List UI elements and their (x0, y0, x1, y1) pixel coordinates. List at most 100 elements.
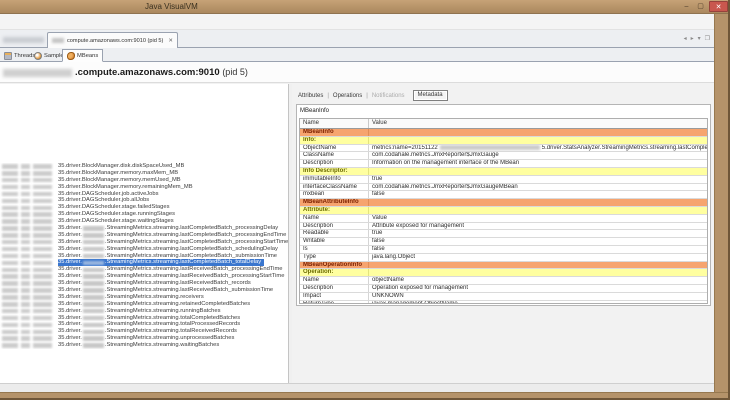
mbean-tree-item[interactable]: 35.driver..StreamingMetrics.streaming.to… (0, 315, 288, 322)
document-tab[interactable]: compute.amazonaws.com:9010 (pid 5) ✕ (47, 32, 178, 48)
redacted-prefix (0, 281, 58, 286)
tab-close-icon[interactable]: ✕ (168, 38, 173, 44)
close-button[interactable]: ✕ (709, 1, 728, 12)
mbean-tree-item[interactable]: 35.driver..StreamingMetrics.streaming.ru… (0, 308, 288, 315)
mbean-tree-item-label: 35.driver.BlockManager.memory.remainingM… (58, 184, 193, 191)
mbean-tree-item[interactable]: 35.driver..StreamingMetrics.streaming.to… (0, 321, 288, 328)
redacted-segment (440, 145, 540, 150)
maximize-view-icon[interactable]: ❐ (705, 35, 710, 43)
metadata-row[interactable]: MBeanOperationInfo (300, 262, 707, 270)
mbean-tree-item[interactable]: 35.driver..StreamingMetrics.streaming.to… (0, 328, 288, 335)
redacted-tab-label[interactable] (3, 37, 44, 43)
redacted-prefix (0, 302, 58, 307)
metadata-row[interactable]: ImpactUNKNOWN (300, 293, 707, 301)
metadata-value-cell (369, 137, 707, 144)
mbean-tree-item[interactable]: 35.driver..StreamingMetrics.streaming.re… (0, 301, 288, 308)
name-column-header[interactable]: Name (300, 119, 369, 128)
tab-separator: | (327, 93, 329, 99)
mbean-tree-item[interactable]: 35.driver..StreamingMetrics.streaming.la… (0, 273, 288, 280)
mbean-tree-item[interactable]: 35.driver.BlockManager.memory.maxMem_MB (0, 170, 288, 177)
redacted-host-prefix (52, 38, 64, 43)
redacted-prefix (0, 206, 58, 211)
mbeans-icon (67, 52, 75, 60)
tab-attributes[interactable]: Attributes (298, 93, 323, 99)
metadata-row[interactable]: mxbeanfalse (300, 191, 707, 199)
metadata-row[interactable]: interfaceClassNamecom.codahale.metrics.J… (300, 184, 707, 192)
mbean-tree-item[interactable]: 35.driver..StreamingMetrics.streaming.la… (0, 280, 288, 287)
metadata-row[interactable]: DescriptionAttribute exposed for managem… (300, 223, 707, 231)
page-title-pid: (pid 5) (222, 67, 248, 77)
metadata-row[interactable]: NameValue (300, 215, 707, 223)
metadata-row[interactable]: Isfalse (300, 246, 707, 254)
minimize-button[interactable]: – (681, 1, 692, 12)
metadata-row[interactable]: MBeanInfo (300, 129, 707, 137)
page-title: .compute.amazonaws.com:9010 (pid 5) (75, 67, 248, 78)
mbean-tree-item[interactable]: 35.driver.DAGScheduler.stage.failedStage… (0, 204, 288, 211)
mbean-tree-item-label: 35.driver..StreamingMetrics.streaming.to… (58, 315, 240, 322)
metadata-row[interactable]: Info: (300, 137, 707, 145)
mbean-tree-item[interactable]: 35.driver.BlockManager.memory.remainingM… (0, 184, 288, 191)
metadata-row[interactable]: immutableInfotrue (300, 176, 707, 184)
mbean-tree-item[interactable]: 35.driver..StreamingMetrics.streaming.re… (0, 294, 288, 301)
window-titlebar[interactable]: Java VisualVM – ▢ ✕ (0, 0, 730, 14)
mbean-tree-item-label: 35.driver.DAGScheduler.job.activeJobs (58, 191, 159, 198)
mbean-tree-item[interactable]: 35.driver.DAGScheduler.stage.runningStag… (0, 211, 288, 218)
metadata-name-cell: ClassName (300, 152, 369, 159)
metadata-row[interactable]: ReturnTypejavax.management.ObjectName (300, 301, 707, 304)
mbean-tree-item[interactable]: 35.driver.DAGScheduler.job.activeJobs (0, 191, 288, 198)
sampler-icon (34, 52, 42, 60)
metadata-row[interactable]: MBeanAttributeInfo (300, 199, 707, 207)
metadata-row[interactable]: Info Descriptor: (300, 168, 707, 176)
metadata-row[interactable]: Typejava.lang.Object (300, 254, 707, 262)
metadata-name-cell: Description (300, 285, 369, 292)
mbean-tree-item[interactable]: 35.driver..StreamingMetrics.streaming.la… (0, 225, 288, 232)
redacted-segment (83, 240, 104, 245)
metadata-value-cell: javax.management.ObjectName (369, 301, 707, 304)
maximize-button[interactable]: ▢ (695, 1, 706, 12)
metadata-value-cell: true (369, 176, 707, 183)
redacted-hostname (3, 69, 72, 77)
mbean-tree-item[interactable]: 35.driver.BlockManager.memory.memUsed_MB (0, 177, 288, 184)
tab-metadata[interactable]: Metadata (413, 90, 448, 101)
tab-list-dropdown-icon[interactable]: ▾ (698, 35, 701, 43)
mbean-tree-item-label: 35.driver.DAGScheduler.stage.runningStag… (58, 211, 175, 218)
metadata-value-cell (369, 262, 707, 269)
metadata-row[interactable]: Writablefalse (300, 238, 707, 246)
mbean-tree-item[interactable]: 35.driver..StreamingMetrics.streaming.un… (0, 335, 288, 342)
tab-operations[interactable]: Operations (333, 93, 362, 99)
mbean-tree-item[interactable]: 35.driver.DAGScheduler.stage.waitingStag… (0, 218, 288, 225)
metadata-value-cell: com.codahale.metrics.JmxReporter$JmxGaug… (369, 184, 707, 191)
metadata-row[interactable]: DescriptionInformation on the management… (300, 160, 707, 168)
redacted-prefix (0, 268, 58, 273)
mbean-tree-item-label: 35.driver..StreamingMetrics.streaming.la… (58, 266, 283, 273)
mbean-tree-item[interactable]: 35.driver.DAGScheduler.job.allJobs (0, 197, 288, 204)
scroll-left-icon[interactable]: ◂ (684, 35, 687, 43)
redacted-segment (83, 281, 104, 286)
mbean-tree-item[interactable]: 35.driver.BlockManager.disk.diskSpaceUse… (0, 163, 288, 170)
redacted-segment (83, 302, 104, 307)
metadata-row[interactable]: ClassNamecom.codahale.metrics.JmxReporte… (300, 152, 707, 160)
metadata-row[interactable]: Readabletrue (300, 230, 707, 238)
mbean-tree-item[interactable]: 35.driver..StreamingMetrics.streaming.wa… (0, 342, 288, 349)
mbean-tree-item[interactable]: 35.driver..StreamingMetrics.streaming.la… (0, 253, 288, 260)
redacted-segment (83, 330, 104, 335)
metadata-row[interactable]: Operation: (300, 269, 707, 277)
mbean-tree-item[interactable]: 35.driver..StreamingMetrics.streaming.la… (0, 266, 288, 273)
mbean-tree-item[interactable]: 35.driver..StreamingMetrics.streaming.la… (0, 232, 288, 239)
mbean-tree-item[interactable]: 35.driver..StreamingMetrics.streaming.la… (0, 239, 288, 246)
metadata-name-cell: Info: (300, 137, 369, 144)
tab-mbeans[interactable]: MBeans (62, 49, 103, 62)
metadata-row[interactable]: ObjectNamemetrics:name=201511225.driver.… (300, 145, 707, 153)
metadata-value-cell: UNKNOWN (369, 293, 707, 300)
metadata-row[interactable]: DescriptionOperation exposed for managem… (300, 285, 707, 293)
mbean-tree-item-label: 35.driver.DAGScheduler.stage.waitingStag… (58, 218, 174, 225)
scroll-right-icon[interactable]: ▸ (691, 35, 694, 43)
mbean-tree-item[interactable]: 35.driver..StreamingMetrics.streaming.la… (0, 259, 288, 266)
mbean-tree-item-label: 35.driver..StreamingMetrics.streaming.re… (58, 294, 204, 301)
metadata-row[interactable]: Attribute: (300, 207, 707, 215)
value-column-header[interactable]: Value (369, 119, 387, 128)
mbean-tree-item[interactable]: 35.driver..StreamingMetrics.streaming.la… (0, 287, 288, 294)
metadata-row[interactable]: NameobjectName (300, 277, 707, 285)
redacted-prefix (0, 219, 58, 224)
mbean-tree-item[interactable]: 35.driver..StreamingMetrics.streaming.la… (0, 246, 288, 253)
